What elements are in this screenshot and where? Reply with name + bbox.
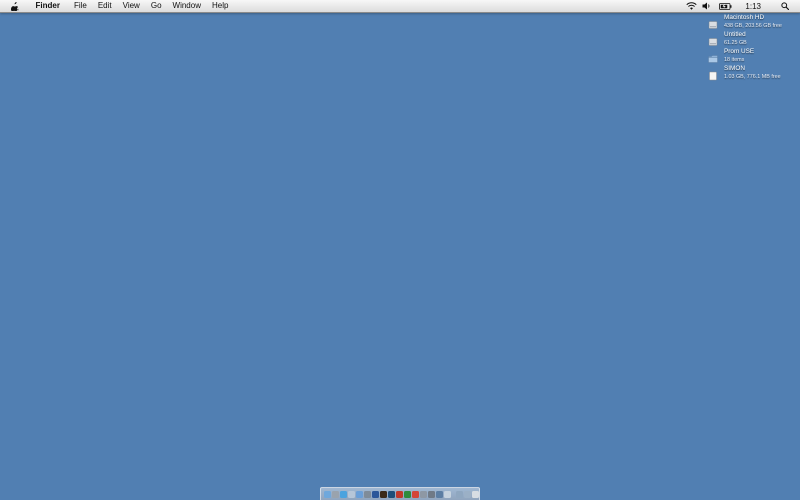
apple-menu-icon[interactable] <box>11 1 19 11</box>
finder-icon[interactable] <box>324 490 331 498</box>
volume-info: 438 GB, 203.56 GB free <box>724 23 782 29</box>
volume-untitled[interactable]: Untitled 61.25 GB <box>708 31 792 48</box>
menu-edit[interactable]: Edit <box>92 0 117 12</box>
bridge-icon[interactable] <box>380 490 387 498</box>
sketch-icon[interactable] <box>396 490 403 498</box>
volume-name: SIMON <box>724 65 745 72</box>
volume-macintosh-hd[interactable]: Macintosh HD 438 GB, 203.56 GB free <box>708 14 792 31</box>
volume-name: Untitled <box>724 31 746 38</box>
mail-icon[interactable] <box>348 490 355 498</box>
itunes-icon[interactable] <box>356 490 363 498</box>
safari-icon[interactable] <box>340 490 347 498</box>
volume-name: Macintosh HD <box>724 14 765 21</box>
battery-icon[interactable] <box>715 0 735 12</box>
dock <box>320 487 480 500</box>
trash-icon[interactable] <box>472 490 479 498</box>
menu-finder[interactable]: Finder <box>30 0 65 12</box>
word-icon[interactable] <box>372 490 379 498</box>
hard-drive-icon <box>708 17 718 29</box>
hard-drive-icon <box>708 34 718 46</box>
desktop[interactable]: Finder File Edit View Go Window Help 1:1… <box>0 0 800 500</box>
excel-icon[interactable] <box>404 490 411 498</box>
menu-bar: Finder File Edit View Go Window Help 1:1… <box>0 0 800 13</box>
external-drive-icon <box>708 68 718 81</box>
menu-file[interactable]: File <box>68 0 92 12</box>
volume-name: Prom USE <box>724 48 755 55</box>
menu-view[interactable]: View <box>117 0 145 12</box>
dashboard-icon[interactable] <box>332 490 339 498</box>
chrome-icon[interactable] <box>412 490 419 498</box>
iphoto-icon[interactable] <box>364 490 371 498</box>
volume-info: 18 items <box>724 57 745 63</box>
utility-icon[interactable] <box>420 490 427 498</box>
preferences-icon[interactable] <box>428 490 435 498</box>
menu-extras: 1:13 <box>683 0 800 12</box>
preview-icon[interactable] <box>444 490 451 498</box>
desktop-volumes: Macintosh HD 438 GB, 203.56 GB free Unti… <box>708 14 792 82</box>
downloads-icon[interactable] <box>456 490 463 498</box>
folder-prom-use[interactable]: Prom USE 18 items <box>708 48 792 65</box>
folder-icon <box>708 51 718 63</box>
volume-simon[interactable]: SIMON 1.03 GB, 776.1 MB free <box>708 65 792 82</box>
spotlight-icon[interactable] <box>779 0 791 12</box>
menu-go[interactable]: Go <box>145 0 167 12</box>
volume-info: 1.03 GB, 776.1 MB free <box>724 74 781 80</box>
menu-help[interactable]: Help <box>206 0 233 12</box>
photoshop-icon[interactable] <box>388 490 395 498</box>
volume-icon[interactable] <box>699 0 715 12</box>
menu-clock[interactable]: 1:13 <box>745 2 761 11</box>
wifi-icon[interactable] <box>683 0 699 12</box>
menu-window[interactable]: Window <box>167 0 206 12</box>
volume-info: 61.25 GB <box>724 40 747 46</box>
app-icon[interactable] <box>436 490 443 498</box>
documents-icon[interactable] <box>464 490 471 498</box>
